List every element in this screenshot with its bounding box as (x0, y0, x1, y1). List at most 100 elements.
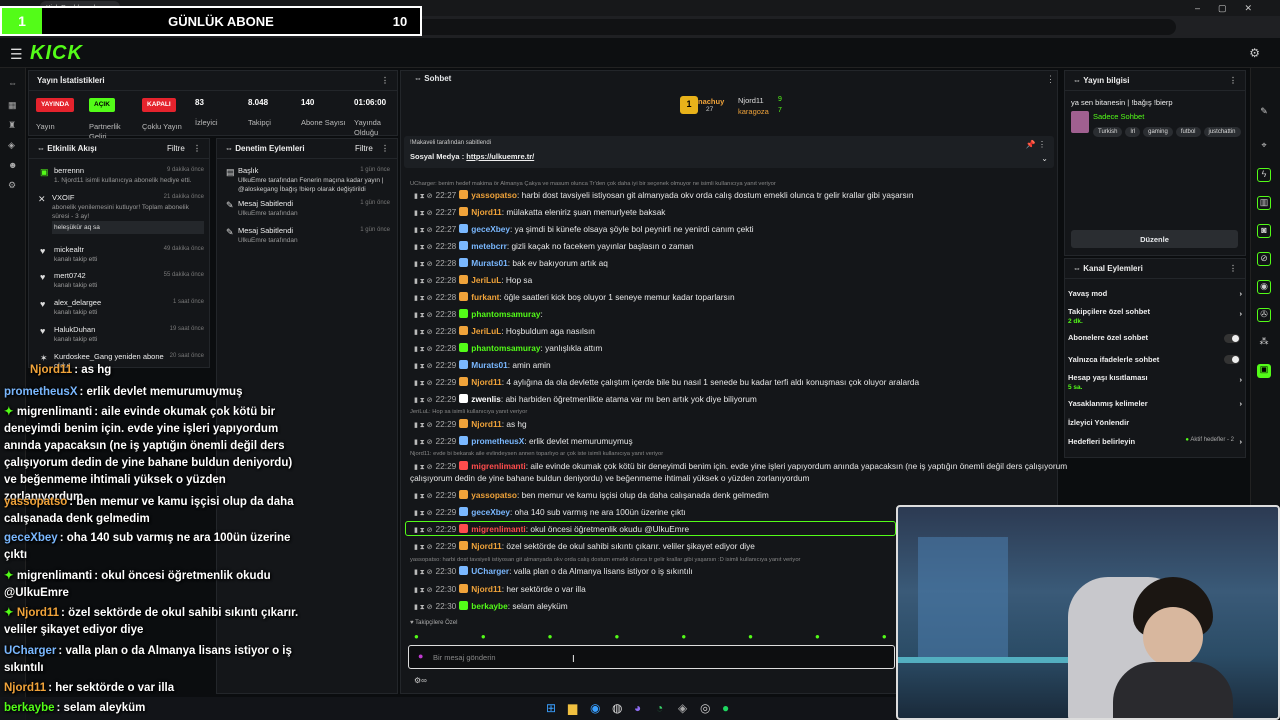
mod-actions-icon[interactable]: ▮ ⧗ ⊘ (414, 464, 433, 471)
users-icon[interactable]: ☻ (8, 160, 17, 170)
message-username[interactable]: Murats01 (471, 258, 507, 268)
message-username[interactable]: Njord11 (471, 584, 501, 594)
chat-message[interactable]: ▮ ⧗ ⊘ 22:28 phantomsamuray: yanlışlıkla at… (414, 343, 602, 355)
message-username[interactable]: phantomsamuray (471, 309, 540, 319)
action-followers-only[interactable]: Takipçilere özel sohbet 2 dk. › (1068, 307, 1242, 325)
chat-message[interactable]: ▮ ⧗ ⊘ 22:30 Njord11: her sektörde o var il… (414, 584, 586, 596)
edge-icon[interactable]: ◉ (590, 701, 600, 715)
active-tool-icon[interactable]: ▣ (1257, 364, 1271, 378)
activity-item[interactable]: ▣ berrennn 9 dakika önce 1. Njord11 isimli … (40, 166, 204, 185)
mod-actions-icon[interactable]: ▮ ⧗ ⊘ (414, 329, 433, 336)
action-set-goals[interactable]: Hedefleri belirleyin ● Aktif hedefler - 2… (1068, 437, 1242, 446)
chat-message[interactable]: ▮ ⧗ ⊘ 22:29 Njord11: özel sektörde de okul… (414, 541, 755, 553)
mod-actions-icon[interactable]: ▮ ⧗ ⊘ (414, 193, 433, 200)
top-user-2[interactable]: Njord11 (738, 96, 764, 105)
chat-message[interactable]: ▮ ⧗ ⊘ 22:29 Njord11: 4 aylığına da ola dev… (414, 377, 919, 389)
spotify-icon[interactable]: ● (722, 701, 729, 715)
more-icon[interactable]: ⋮ (193, 144, 201, 153)
message-username[interactable]: migrenlimanti (471, 524, 525, 534)
chat-message[interactable]: ▮ ⧗ ⊘ 22:29 geceXbey: oha 140 sub varmış n… (414, 507, 686, 519)
shield-icon[interactable]: ◈ (8, 140, 15, 151)
message-username[interactable]: metebcrr (471, 241, 507, 251)
mod-actions-icon[interactable]: ▮ ⧗ ⊘ (414, 422, 433, 429)
mod-actions-icon[interactable]: ▮ ⧗ ⊘ (414, 397, 433, 404)
message-username[interactable]: berkaybe (471, 601, 507, 611)
activity-item[interactable]: ♥ alex_delargee 1 saat önce kanalı takip et… (40, 298, 204, 317)
top-user-3[interactable]: karagoza (738, 107, 769, 116)
mod-actions-icon[interactable]: ▮ ⧗ ⊘ (414, 295, 433, 302)
steam-icon[interactable]: ◍ (612, 701, 622, 715)
mod-actions-icon[interactable]: ▮ ⧗ ⊘ (414, 346, 433, 353)
subscribers-only-toggle[interactable] (1224, 334, 1240, 343)
chat-message[interactable]: ▮ ⧗ ⊘ 22:28 furkant: öğle saatleri kick bo… (414, 292, 735, 304)
mod-actions-icon[interactable]: ▮ ⧗ ⊘ (414, 261, 433, 268)
message-username[interactable]: Njord11 (471, 541, 501, 551)
action-redirect-viewers[interactable]: İzleyici Yönlendir (1068, 418, 1129, 427)
chat-message[interactable]: ▮ ⧗ ⊘ 22:29 migrenlimanti: aile evinde oku… (414, 461, 1067, 473)
trophy-icon[interactable]: ♜ (8, 120, 16, 131)
top-user-1[interactable]: nachuy (698, 97, 724, 106)
mod-actions-icon[interactable]: ▮ ⧗ ⊘ (414, 439, 433, 446)
ban-icon[interactable]: ⊘ (1257, 252, 1271, 266)
eye-icon[interactable]: ◉ (1257, 280, 1271, 294)
kick-logo[interactable]: KICK (30, 42, 83, 65)
chat-bubble-icon[interactable]: ◙ (1257, 224, 1271, 238)
moderation-item[interactable]: ▤ Başlık 1 gün önce UlkuEmre tarafından Fen… (226, 166, 390, 194)
mod-actions-icon[interactable]: ▮ ⧗ ⊘ (414, 363, 433, 370)
chat-message[interactable]: ▮ ⧗ ⊘ 22:28 Murats01: bak ev bakıyorum art… (414, 258, 608, 270)
chat-message[interactable]: ▮ ⧗ ⊘ 22:29 zwenlis: abi harbiden öğretmen… (414, 394, 757, 406)
chat-message[interactable]: ▮ ⧗ ⊘ 22:30 UCharger: valla plan o da Alma… (414, 566, 693, 578)
chat-input[interactable]: Bir mesaj gönderin (408, 645, 895, 669)
trash-icon[interactable]: ▥ (1257, 196, 1271, 210)
message-username[interactable]: geceXbey (471, 224, 510, 234)
moderation-item[interactable]: ✎ Mesaj Sabitlendi 1 gün önce UlkuEmre tara… (226, 226, 390, 245)
mod-actions-icon[interactable]: ▮ ⧗ ⊘ (414, 227, 433, 234)
mic-icon[interactable]: ● (418, 651, 423, 661)
message-username[interactable]: JeriLuL (471, 275, 501, 285)
mod-actions-icon[interactable]: ▮ ⧗ ⊘ (414, 604, 433, 611)
mod-actions-icon[interactable]: ▮ ⧗ ⊘ (414, 587, 433, 594)
more-icon[interactable]: ⋮ (381, 76, 389, 85)
message-username[interactable]: Njord11 (471, 207, 501, 217)
chat-message[interactable]: ▮ ⧗ ⊘ 22:28 JeriLuL: Hoşbuldum aga nasılsı… (414, 326, 595, 338)
emote-only-toggle[interactable] (1224, 355, 1240, 364)
message-username[interactable]: zwenlis (471, 394, 501, 404)
dashboard-icon[interactable]: ▦ (8, 100, 17, 111)
activity-item[interactable]: ♥ mert0742 55 dakika önce kanalı takip etti (40, 271, 204, 290)
chat-message[interactable]: ▮ ⧗ ⊘ 22:28 JeriLuL: Hop sa (414, 275, 532, 287)
mod-actions-icon[interactable]: ▮ ⧗ ⊘ (414, 210, 433, 217)
mod-actions-icon[interactable]: ▮ ⧗ ⊘ (414, 544, 433, 551)
message-username[interactable]: Murats01 (471, 360, 507, 370)
message-username[interactable]: yassopatso (471, 490, 517, 500)
pin-icon[interactable]: 📌 ⋮ (1026, 140, 1046, 149)
message-username[interactable]: phantomsamuray (471, 343, 540, 353)
chat-settings-icon[interactable]: ⚙∞ (414, 676, 427, 685)
action-banned-words[interactable]: Yasaklanmış kelimeler › (1068, 399, 1242, 408)
chat-message[interactable]: ▮ ⧗ ⊘ 22:27 geceXbey: ya şimdi bi künefe o… (414, 224, 754, 236)
activity-item[interactable]: ♥ HalukDuhan 19 saat önce kanalı takip etti (40, 325, 204, 344)
activity-item[interactable]: ♥ mickealtr 49 dakika önce kanalı takip ett… (40, 245, 204, 264)
action-account-age[interactable]: Hesap yaşı kısıtlaması 5 sa. › (1068, 373, 1242, 391)
mod-actions-icon[interactable]: ▮ ⧗ ⊘ (414, 278, 433, 285)
app-icon[interactable]: ◈ (678, 701, 687, 715)
mod-actions-icon[interactable]: ▮ ⧗ ⊘ (414, 244, 433, 251)
chrome-icon[interactable]: ◎ (700, 701, 710, 715)
chat-message[interactable]: çalışıyorum dedin de yine bahane buldun … (410, 473, 809, 484)
chat-message[interactable]: ▮ ⧗ ⊘ 22:30 berkaybe: selam aleyküm (414, 601, 568, 613)
hamburger-menu-icon[interactable]: ☰ (10, 46, 23, 63)
moderation-item[interactable]: ✎ Mesaj Sabitlendi 1 gün önce UlkuEmre tara… (226, 199, 390, 218)
discord-icon[interactable]: ◕ (634, 701, 641, 715)
message-username[interactable]: JeriLuL (471, 326, 501, 336)
message-username[interactable]: yassopatso (471, 190, 517, 200)
more-icon[interactable]: ⋮ (1229, 264, 1237, 273)
message-username[interactable]: Njord11 (471, 419, 501, 429)
folder-icon[interactable]: ▆ (568, 701, 577, 715)
mod-actions-icon[interactable]: ▮ ⧗ ⊘ (414, 569, 433, 576)
pinned-message[interactable]: !Makaveli tarafından sabitlendi Sosyal M… (404, 136, 1054, 168)
message-username[interactable]: geceXbey (471, 507, 510, 517)
chat-message[interactable]: ▮ ⧗ ⊘ 22:29 Njord11: as hg (414, 419, 527, 431)
kick-small-icon[interactable]: ⚙ (1249, 46, 1260, 60)
mod-actions-icon[interactable]: ▮ ⧗ ⊘ (414, 493, 433, 500)
edit-button[interactable]: Düzenle (1071, 230, 1238, 248)
settings-icon[interactable]: ⚙ (8, 180, 16, 191)
